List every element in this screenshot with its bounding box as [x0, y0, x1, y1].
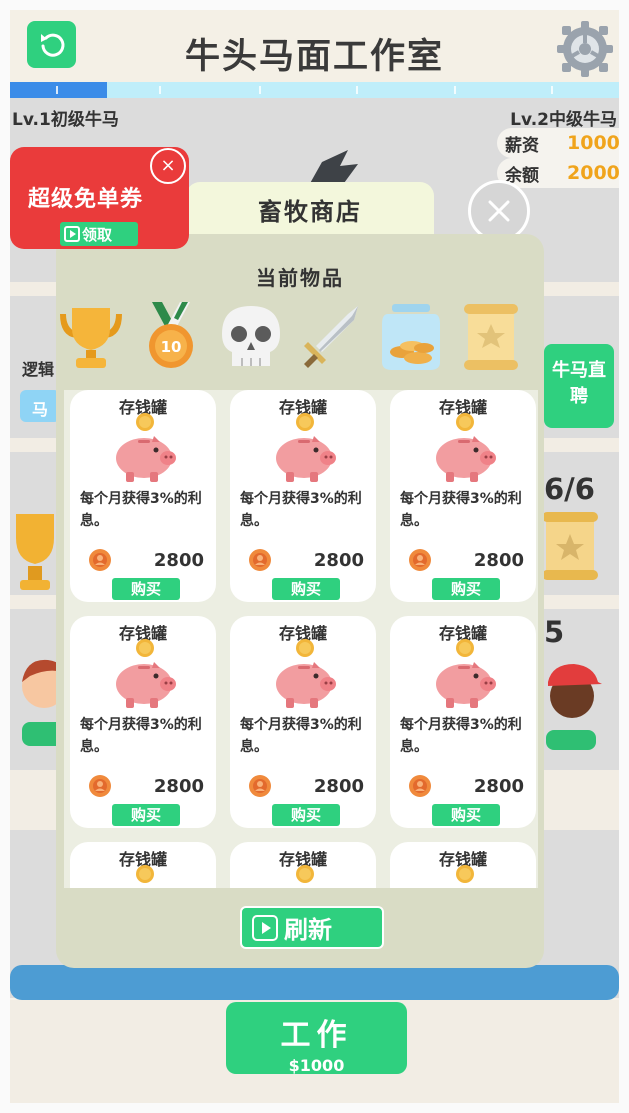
balance-label: 余额 — [505, 165, 539, 186]
shop-item-card[interactable]: 存钱罐 每个月获得3%的利息。 2800 购买 — [230, 616, 376, 828]
progress-tick — [159, 86, 161, 94]
skull-icon[interactable] — [218, 302, 284, 372]
coupon-claim-label: 领取 — [82, 225, 113, 244]
background-pill: 马 — [20, 390, 60, 422]
coin-jar-icon[interactable] — [378, 302, 444, 372]
coin-icon — [249, 775, 271, 797]
coupon-title: 超级免单券 — [28, 187, 144, 212]
item-description: 每个月获得3%的利息。 — [240, 491, 362, 529]
refresh-button[interactable]: 刷新 — [240, 906, 384, 949]
coin-icon — [89, 549, 111, 571]
item-price: 2800 — [313, 550, 364, 571]
worker-avatar — [546, 664, 602, 750]
next-level-label: Lv.2中级牛马 — [510, 110, 617, 130]
buy-button[interactable]: 购买 — [272, 804, 340, 826]
buy-button[interactable]: 购买 — [112, 578, 180, 600]
current-level-label: Lv.1初级牛马 — [12, 110, 119, 130]
buy-button[interactable]: 购买 — [432, 804, 500, 826]
shop-item-card[interactable]: 存钱罐 每个月获得3%的利息。 2800 购买 — [230, 390, 376, 602]
worker-count: 6/6 — [544, 472, 595, 506]
item-description: 每个月获得3%的利息。 — [80, 491, 202, 529]
salary-value: 1000 — [567, 132, 619, 154]
item-description: 每个月获得3%的利息。 — [80, 717, 202, 755]
piggy-bank-icon — [436, 413, 496, 482]
piggy-bank-icon — [296, 865, 314, 883]
background-label: 逻辑 — [22, 360, 55, 379]
item-description: 每个月获得3%的利息。 — [400, 491, 522, 529]
work-button[interactable]: 工作 $1000 — [226, 1002, 407, 1075]
game-screen: 牛头马面工作室 Lv.1初级牛马 Lv.2中级牛马 薪资 1000 余额 200… — [10, 10, 619, 1103]
item-description: 每个月获得3%的利息。 — [240, 717, 362, 755]
piggy-bank-icon — [116, 639, 176, 708]
piggy-bank-icon — [136, 865, 154, 883]
progress-tick — [259, 86, 261, 94]
balance-stat: 余额 2000 — [497, 158, 619, 188]
trophy-icon — [16, 514, 54, 590]
worker-count-secondary: 5 — [544, 615, 565, 649]
buy-button[interactable]: 购买 — [432, 578, 500, 600]
recruit-button[interactable]: 牛马直聘 — [544, 344, 614, 428]
coin-icon — [409, 775, 431, 797]
video-play-icon — [64, 226, 80, 242]
coin-icon — [89, 775, 111, 797]
scroll-icon[interactable] — [458, 302, 524, 372]
current-items-title: 当前物品 — [256, 266, 344, 290]
item-price: 2800 — [473, 550, 524, 571]
piggy-bank-icon — [456, 865, 474, 883]
shop-item-card[interactable]: 存钱罐 — [230, 842, 376, 888]
shop-items-grid[interactable]: 存钱罐 每个月获得3%的利息。 2800 购买 存钱罐 每个月获得3%的利息。 … — [64, 390, 538, 888]
coupon-ad[interactable]: 超级免单券 领取 × — [10, 147, 189, 249]
progress-tick — [56, 86, 58, 94]
medal-10-icon[interactable]: 10 — [138, 302, 204, 372]
close-icon — [488, 200, 510, 222]
item-price: 2800 — [313, 776, 364, 797]
scroll-icon — [542, 512, 598, 580]
item-price: 2800 — [473, 776, 524, 797]
coin-icon — [409, 549, 431, 571]
video-play-icon — [252, 914, 278, 941]
shop-close-button[interactable] — [468, 180, 530, 242]
level-progress-fill — [10, 82, 108, 98]
gear-icon[interactable] — [554, 18, 616, 80]
piggy-bank-icon — [276, 413, 336, 482]
refresh-label: 刷新 — [284, 916, 332, 944]
shop-title: 畜牧商店 — [258, 198, 362, 226]
salary-stat: 薪资 1000 — [497, 128, 619, 158]
sword-icon[interactable] — [298, 302, 364, 372]
shop-tab: 畜牧商店 — [186, 182, 434, 238]
trophy-icon[interactable] — [58, 302, 124, 372]
coupon-close-button[interactable]: × — [150, 148, 186, 184]
work-salary: $1000 — [288, 1056, 345, 1075]
piggy-bank-icon — [436, 639, 496, 708]
floor — [10, 965, 619, 1000]
work-button-label: 工作 — [280, 1018, 353, 1053]
shop-item-card[interactable]: 存钱罐 每个月获得3%的利息。 2800 购买 — [70, 390, 216, 602]
shop-item-card[interactable]: 存钱罐 — [390, 842, 536, 888]
shop-item-card[interactable]: 存钱罐 — [70, 842, 216, 888]
shop-item-card[interactable]: 存钱罐 每个月获得3%的利息。 2800 购买 — [390, 390, 536, 602]
shop-item-card[interactable]: 存钱罐 每个月获得3%的利息。 2800 购买 — [390, 616, 536, 828]
salary-label: 薪资 — [505, 135, 539, 156]
buy-button[interactable]: 购买 — [112, 804, 180, 826]
coupon-claim-button[interactable]: 领取 — [60, 222, 138, 246]
balance-value: 2000 — [567, 162, 619, 184]
owned-items-row: 10 — [56, 302, 544, 372]
coin-icon — [249, 549, 271, 571]
item-price: 2800 — [153, 776, 204, 797]
level-progress-bar — [10, 82, 619, 98]
page-title: 牛头马面工作室 — [184, 37, 444, 77]
shop-dialog: 当前物品 10 存钱罐 每个月获得3%的利息。 2800 购买 存钱罐 每个月获… — [56, 234, 544, 968]
buy-button[interactable]: 购买 — [272, 578, 340, 600]
progress-tick — [356, 86, 358, 94]
shop-item-card[interactable]: 存钱罐 每个月获得3%的利息。 2800 购买 — [70, 616, 216, 828]
medal-number: 10 — [161, 338, 182, 356]
progress-tick — [551, 86, 553, 94]
item-description: 每个月获得3%的利息。 — [400, 717, 522, 755]
item-price: 2800 — [153, 550, 204, 571]
progress-tick — [454, 86, 456, 94]
piggy-bank-icon — [116, 413, 176, 482]
piggy-bank-icon — [276, 639, 336, 708]
